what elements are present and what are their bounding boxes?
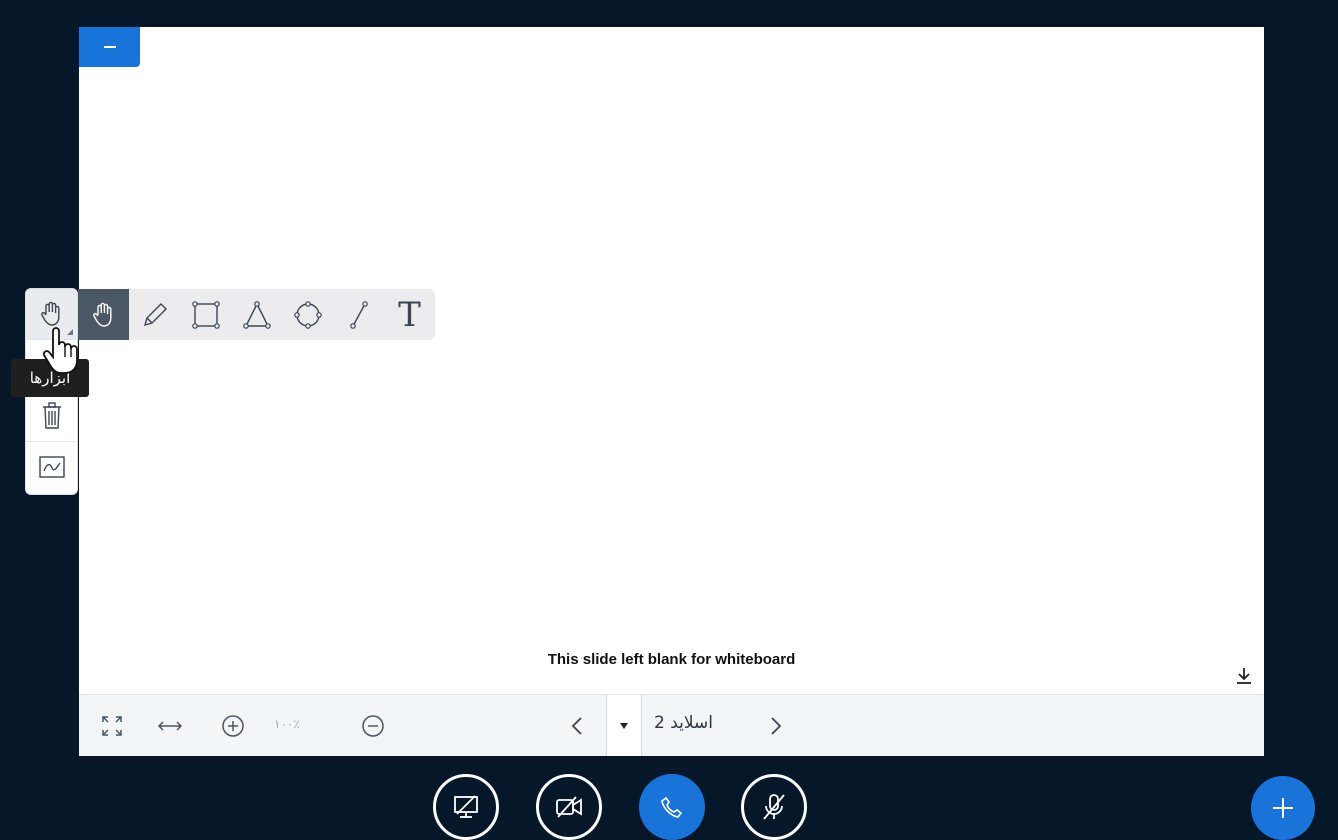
tool-hand[interactable] [78,289,129,340]
tool-triangle[interactable] [231,289,282,340]
clear-all-button[interactable] [26,391,77,441]
tool-text[interactable]: T [384,289,435,340]
minimize-presentation-button[interactable] [79,27,140,67]
zoom-level: ۱۰۰٪ [274,717,300,731]
tool-rectangle[interactable] [180,289,231,340]
slide-caption: This slide left blank for whiteboard [547,651,796,668]
caret-down-icon [620,722,628,729]
plus-icon [1273,798,1293,818]
current-slide-label: اسلاید 2 [654,713,713,733]
ellipse-icon [293,300,322,329]
chevron-right-icon [771,717,782,735]
presentation-toolbar: ۱۰۰٪ اسلاید 2 [79,694,1264,756]
fullscreen-icon[interactable] [99,713,125,739]
video-off-icon [556,796,582,818]
triangle-icon [242,300,271,329]
rectangle-icon [191,300,220,329]
mic-muted-icon [763,794,785,820]
tool-ellipse[interactable] [282,289,333,340]
fit-width-icon[interactable] [156,713,184,739]
trash-icon [42,402,61,429]
multi-user-whiteboard-icon [38,456,65,478]
minus-icon [103,46,116,48]
actions-button[interactable] [1251,776,1315,840]
previous-slide-button[interactable] [566,712,588,740]
whiteboard-canvas[interactable] [79,27,1264,694]
zoom-out-icon[interactable] [359,712,387,740]
tool-tray: T [78,289,435,340]
zoom-in-icon[interactable] [219,712,247,740]
slide-select-dropdown[interactable] [606,695,642,756]
mute-button[interactable] [741,774,807,840]
tool-line[interactable] [333,289,384,340]
text-icon: T [398,294,421,335]
leave-audio-button[interactable] [639,774,705,840]
phone-icon [661,796,683,818]
tool-pencil[interactable] [129,289,180,340]
multi-user-whiteboard-button[interactable] [26,442,77,492]
hand-icon [92,302,111,327]
line-icon [349,300,368,329]
next-slide-button[interactable] [765,712,787,740]
share-screen-icon [454,795,478,818]
hand-icon [40,301,59,326]
download-icon[interactable] [1233,665,1255,687]
chevron-left-icon [571,717,582,735]
pointer-cursor-icon [42,327,78,374]
share-screen-button[interactable] [433,774,499,840]
pencil-icon [143,302,167,326]
video-toggle-button[interactable] [536,774,602,840]
